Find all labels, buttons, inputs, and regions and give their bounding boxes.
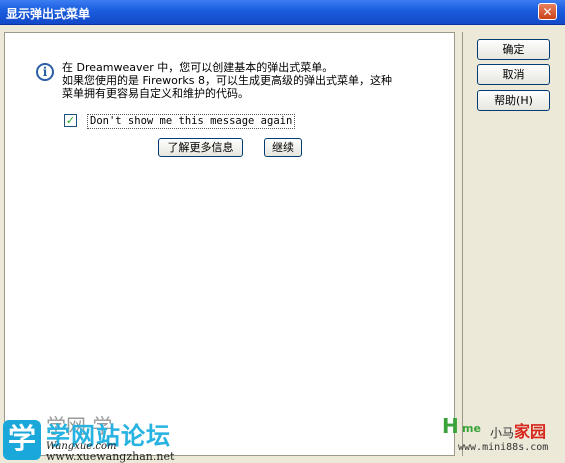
home-logo-icon: H xyxy=(442,414,459,438)
continue-button[interactable]: 继续 xyxy=(264,138,302,157)
message-line-2: 如果您使用的是 Fireworks 8，可以生成更高级的弹出式菜单，这种 xyxy=(62,74,392,87)
ok-button[interactable]: 确定 xyxy=(477,39,550,60)
learn-more-button[interactable]: 了解更多信息 xyxy=(158,138,243,157)
sidebar-divider xyxy=(462,32,463,456)
home-site-prefix: 小马 xyxy=(490,426,515,440)
home-logo-text: me xyxy=(462,422,481,435)
cancel-button[interactable]: 取消 xyxy=(477,64,550,85)
home-site-url: www.mini88s.com xyxy=(458,442,549,453)
watermark-url: www.xuewangzhan.net xyxy=(46,450,175,463)
title-bar: 显示弹出式菜单 ✕ xyxy=(0,0,565,25)
message-line-3: 菜单拥有更容易自定义和维护的代码。 xyxy=(62,87,249,100)
info-icon: i xyxy=(36,63,54,81)
dont-show-again-checkbox[interactable]: ✓ xyxy=(64,114,77,127)
help-button[interactable]: 帮助(H) xyxy=(477,90,550,111)
home-site-name: 小马家园 xyxy=(490,418,546,442)
watermark-right: H me 小马家园 www.mini88s.com xyxy=(440,410,565,462)
watermark-xue-logo: 学 xyxy=(3,420,41,460)
window-title: 显示弹出式菜单 xyxy=(6,7,91,21)
info-message: 在 Dreamweaver 中，您可以创建基本的弹出式菜单。 如果您使用的是 F… xyxy=(62,61,392,100)
home-site-main: 家园 xyxy=(514,422,547,441)
message-line-1: 在 Dreamweaver 中，您可以创建基本的弹出式菜单。 xyxy=(62,61,334,74)
close-button[interactable]: ✕ xyxy=(538,3,557,20)
watermark-left: 学网·学 学 学网站论坛 Wangxue.com www.xuewangzhan… xyxy=(0,410,200,463)
dont-show-again-label[interactable]: Don't show me this message again xyxy=(87,114,296,129)
